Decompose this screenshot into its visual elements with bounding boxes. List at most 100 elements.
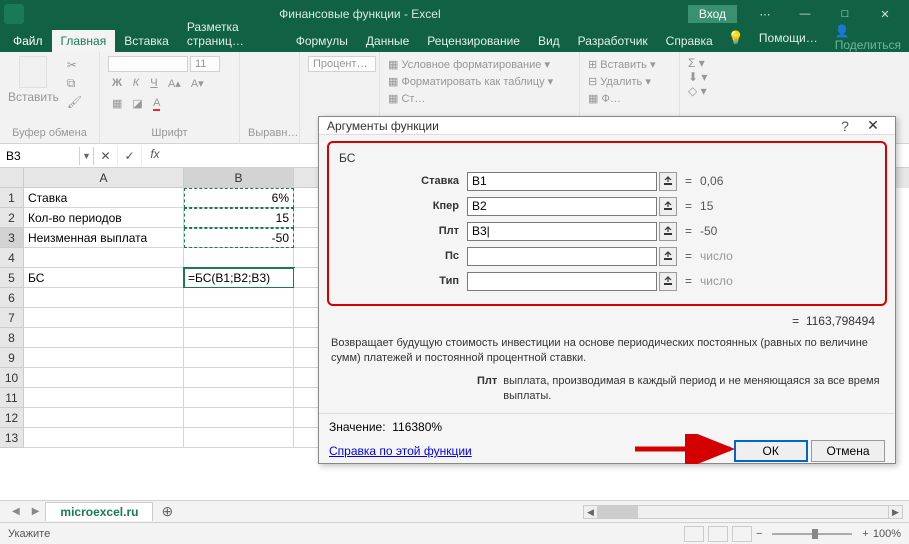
arg-input[interactable] bbox=[467, 222, 657, 241]
name-box-dropdown[interactable]: ▼ bbox=[80, 147, 94, 165]
cell[interactable] bbox=[184, 248, 294, 268]
tab-developer[interactable]: Разработчик bbox=[569, 30, 657, 52]
close-button[interactable]: ✕ bbox=[865, 8, 905, 21]
font-size-box[interactable]: 11 bbox=[190, 56, 220, 72]
dialog-help-icon[interactable]: ? bbox=[831, 118, 859, 134]
cell[interactable]: Ставка bbox=[24, 188, 184, 208]
cancel-button[interactable]: Отмена bbox=[811, 440, 885, 462]
collapse-dialog-icon[interactable] bbox=[659, 272, 677, 291]
tab-review[interactable]: Рецензирование bbox=[418, 30, 529, 52]
col-header-a[interactable]: A bbox=[24, 168, 184, 188]
tab-help[interactable]: Справка bbox=[657, 30, 722, 52]
font-color-icon[interactable]: A bbox=[149, 95, 165, 112]
row-header[interactable]: 8 bbox=[0, 328, 24, 348]
clear-icon[interactable]: ◇ ▾ bbox=[688, 84, 722, 98]
view-normal-icon[interactable] bbox=[684, 526, 704, 542]
minimize-button[interactable]: — bbox=[785, 8, 825, 20]
login-button[interactable]: Вход bbox=[688, 5, 737, 23]
conditional-formatting[interactable]: ▦ Условное форматирование ▾ bbox=[388, 56, 571, 73]
row-header[interactable]: 3 bbox=[0, 228, 24, 248]
zoom-out-icon[interactable]: − bbox=[756, 528, 762, 540]
dialog-close-icon[interactable]: ✕ bbox=[859, 117, 887, 134]
number-format-box[interactable]: Процент… bbox=[308, 56, 376, 72]
font-name-box[interactable] bbox=[108, 56, 188, 72]
bold-button[interactable]: Ж bbox=[108, 75, 126, 92]
cell[interactable]: БС bbox=[24, 268, 184, 288]
format-as-table[interactable]: ▦ Форматировать как таблицу ▾ bbox=[388, 73, 571, 90]
tab-file[interactable]: Файл bbox=[4, 30, 52, 52]
font-grow-icon[interactable]: A▴ bbox=[164, 75, 185, 92]
cell-selected[interactable]: =БС(B1;B2;B3) bbox=[184, 268, 294, 288]
cut-icon[interactable]: ✂ bbox=[67, 58, 82, 72]
zoom-slider[interactable] bbox=[772, 533, 852, 535]
tellme[interactable]: Помощи… bbox=[750, 27, 827, 49]
tab-layout[interactable]: Разметка страниц… bbox=[178, 16, 287, 52]
new-sheet-button[interactable]: ⊕ bbox=[153, 503, 181, 520]
col-header-b[interactable]: B bbox=[184, 168, 294, 188]
row-header[interactable]: 12 bbox=[0, 408, 24, 428]
underline-button[interactable]: Ч bbox=[146, 75, 162, 92]
border-icon[interactable]: ▦ bbox=[108, 95, 126, 112]
autosum-icon[interactable]: Σ ▾ bbox=[688, 56, 722, 70]
align-group-label: Выравн… bbox=[248, 125, 291, 139]
help-link[interactable]: Справка по этой функции bbox=[329, 444, 472, 458]
fill-color-icon[interactable]: ◪ bbox=[128, 95, 146, 112]
horizontal-scrollbar[interactable]: ◀▶ bbox=[583, 505, 903, 519]
select-all-corner[interactable] bbox=[0, 168, 24, 188]
cell[interactable]: Кол-во периодов bbox=[24, 208, 184, 228]
zoom-in-icon[interactable]: + bbox=[862, 528, 868, 540]
cell-styles[interactable]: ▦ Ст… bbox=[388, 90, 571, 107]
tab-home[interactable]: Главная bbox=[52, 30, 116, 52]
tab-insert[interactable]: Вставка bbox=[115, 30, 178, 52]
ok-button[interactable]: ОК bbox=[734, 440, 808, 462]
font-shrink-icon[interactable]: A▾ bbox=[187, 75, 208, 92]
view-page-break-icon[interactable] bbox=[732, 526, 752, 542]
arg-result: число bbox=[700, 274, 733, 288]
maximize-button[interactable]: □ bbox=[825, 8, 865, 20]
sheet-tab[interactable]: microexcel.ru bbox=[45, 502, 153, 521]
row-header[interactable]: 5 bbox=[0, 268, 24, 288]
row-header[interactable]: 6 bbox=[0, 288, 24, 308]
name-box[interactable]: B3 bbox=[0, 147, 80, 165]
tab-view[interactable]: Вид bbox=[529, 30, 569, 52]
arg-input[interactable] bbox=[467, 172, 657, 191]
cell[interactable]: 6% bbox=[184, 188, 294, 208]
arg-input[interactable] bbox=[467, 272, 657, 291]
enter-formula-icon[interactable]: ✓ bbox=[118, 147, 142, 165]
row-header[interactable]: 13 bbox=[0, 428, 24, 448]
collapse-dialog-icon[interactable] bbox=[659, 172, 677, 191]
copy-icon[interactable]: ⧉ bbox=[67, 76, 82, 91]
tab-formulas[interactable]: Формулы bbox=[287, 30, 357, 52]
fill-icon[interactable]: ⬇ ▾ bbox=[688, 70, 722, 84]
collapse-dialog-icon[interactable] bbox=[659, 222, 677, 241]
row-header[interactable]: 4 bbox=[0, 248, 24, 268]
row-header[interactable]: 1 bbox=[0, 188, 24, 208]
view-page-layout-icon[interactable] bbox=[708, 526, 728, 542]
format-painter-icon[interactable]: 🖌 bbox=[67, 95, 82, 109]
row-header[interactable]: 10 bbox=[0, 368, 24, 388]
row-header[interactable]: 11 bbox=[0, 388, 24, 408]
cell[interactable] bbox=[24, 248, 184, 268]
row-header[interactable]: 2 bbox=[0, 208, 24, 228]
sheet sheet-nav-prev[interactable]: ◀ bbox=[6, 506, 26, 517]
cell[interactable]: -50 bbox=[184, 228, 294, 248]
row-header[interactable]: 7 bbox=[0, 308, 24, 328]
arg-input[interactable] bbox=[467, 247, 657, 266]
cancel-formula-icon[interactable]: ✕ bbox=[94, 147, 118, 165]
sheet-nav-next[interactable]: ▶ bbox=[26, 506, 46, 517]
collapse-dialog-icon[interactable] bbox=[659, 197, 677, 216]
tab-data[interactable]: Данные bbox=[357, 30, 418, 52]
format-cells[interactable]: ▦ Ф… bbox=[588, 90, 671, 107]
delete-cells[interactable]: ⊟ Удалить ▾ bbox=[588, 73, 671, 90]
collapse-dialog-icon[interactable] bbox=[659, 247, 677, 266]
tellme-icon[interactable]: 💡 bbox=[722, 30, 750, 46]
fx-icon[interactable]: fx bbox=[142, 147, 168, 165]
cell[interactable]: 15 bbox=[184, 208, 294, 228]
row-header[interactable]: 9 bbox=[0, 348, 24, 368]
arg-input[interactable] bbox=[467, 197, 657, 216]
cell[interactable]: Неизменная выплата bbox=[24, 228, 184, 248]
italic-button[interactable]: К bbox=[128, 75, 144, 92]
insert-cells[interactable]: ⊞ Вставить ▾ bbox=[588, 56, 671, 73]
ribbon-options-icon[interactable]: ⋯ bbox=[745, 8, 785, 21]
share-button[interactable]: 👤 Поделиться bbox=[827, 24, 909, 52]
